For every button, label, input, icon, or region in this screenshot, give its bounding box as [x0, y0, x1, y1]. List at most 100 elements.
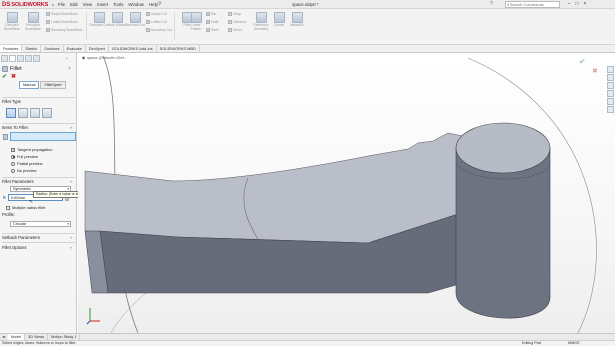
menu-edit[interactable]: Edit: [70, 2, 78, 7]
ribbon-label: Mirror: [233, 28, 242, 32]
linear-pattern-button[interactable]: Linear Pattern: [186, 12, 206, 32]
menu-bar: File Edit View Insert Tools Window Help: [58, 2, 158, 7]
tab-evaluate[interactable]: Evaluate: [64, 45, 86, 52]
full-preview-row[interactable]: Full preview: [11, 154, 38, 159]
search-input[interactable]: [509, 2, 556, 7]
tab-features[interactable]: Features: [0, 45, 23, 52]
multiple-radius-checkbox[interactable]: [6, 205, 10, 210]
revolved-boss-button[interactable]: Revolved Boss/Base: [22, 12, 44, 32]
expand-icon[interactable]: ˅: [70, 235, 72, 240]
resources-icon[interactable]: [607, 66, 614, 73]
full-round-fillet-icon[interactable]: [42, 108, 52, 118]
tab-addins[interactable]: SOLIDWORKS Add-Ins: [109, 45, 157, 52]
instant3d-icon: [291, 12, 303, 23]
model-tabs: ◂▸ Model 3D Views Motion Study 1: [0, 333, 615, 340]
multiple-radius-row[interactable]: Multiple radius fillet: [6, 205, 45, 210]
lofted-cut-button[interactable]: Lofted Cut: [146, 20, 167, 24]
section-fillet-options[interactable]: Fillet Options: [2, 245, 26, 250]
intersect-button[interactable]: Intersect: [228, 20, 246, 24]
design-library-icon[interactable]: [607, 74, 614, 81]
command-manager-tabs: Features Sketch Surfaces Evaluate DimXpe…: [0, 45, 615, 53]
wrap-button[interactable]: Wrap: [228, 12, 241, 16]
section-setback-parameters[interactable]: Setback Parameters: [2, 235, 40, 240]
menu-tools[interactable]: Tools: [113, 2, 123, 7]
ribbon-label: Wrap: [233, 12, 242, 16]
ribbon-label: Rib: [211, 12, 217, 16]
property-manager-icon[interactable]: [9, 55, 16, 62]
pin-icon[interactable]: ⚲: [158, 1, 162, 7]
boundary-boss-button[interactable]: Boundary Boss/Base: [46, 28, 83, 32]
tangent-propagation-checkbox[interactable]: ✓: [11, 147, 15, 152]
lofted-boss-button[interactable]: Lofted Boss/Base: [46, 20, 78, 24]
draft-button[interactable]: Draft: [206, 20, 218, 24]
profile-label: Profile:: [2, 212, 16, 217]
section-fillet-parameters[interactable]: Fillet Parameters: [2, 179, 34, 184]
shell-button[interactable]: Shell: [206, 28, 219, 32]
status-bar: Select edges, faces, features or loops t…: [0, 340, 615, 346]
graphics-area[interactable]: ◆ space (Default<<Def... ✔ ✖: [78, 53, 615, 333]
maximize-icon[interactable]: □: [573, 0, 581, 9]
collapse-icon[interactable]: ˄: [70, 179, 72, 184]
partial-preview-radio[interactable]: [11, 161, 15, 166]
help-icon[interactable]: ?: [490, 1, 493, 7]
profile-select[interactable]: Circular ▾: [10, 221, 71, 227]
sweep-icon: [46, 12, 50, 16]
tangent-propagation-row[interactable]: ✓ Tangent propagation: [11, 147, 52, 152]
unit-system[interactable]: MMGS: [568, 341, 579, 346]
custom-properties-icon[interactable]: [607, 106, 614, 113]
cancel-x-icon[interactable]: ✖: [11, 73, 16, 80]
tab-manual[interactable]: Manual: [19, 81, 40, 89]
menu-window[interactable]: Window: [128, 2, 144, 7]
ok-check-icon[interactable]: ✔: [2, 73, 7, 80]
dimxpert-icon[interactable]: [25, 55, 32, 62]
full-preview-radio[interactable]: [11, 154, 15, 159]
section-items-to-fillet[interactable]: Items To Fillet: [2, 125, 28, 130]
section-fillet-type[interactable]: Fillet Type: [2, 99, 21, 104]
instant3d-button[interactable]: Instant3D: [286, 12, 308, 28]
expand-icon[interactable]: ˅: [70, 245, 72, 250]
constant-radius-fillet-icon[interactable]: [6, 108, 16, 118]
menu-expand-icon[interactable]: ▸: [52, 2, 54, 7]
rib-button[interactable]: Rib: [206, 12, 216, 16]
menu-help[interactable]: Help: [149, 2, 158, 7]
mirror-button[interactable]: Mirror: [228, 28, 242, 32]
revolved-cut-button[interactable]: Revolved Cut: [124, 12, 146, 28]
swept-cut-button[interactable]: Swept Cut: [146, 12, 167, 16]
tab-dimxpert[interactable]: DimXpert: [86, 45, 109, 52]
draft-icon: [206, 20, 210, 24]
collapse-icon[interactable]: ˄: [70, 125, 72, 130]
ribbon-label: Swept Cut: [151, 12, 167, 16]
configuration-icon[interactable]: [17, 55, 24, 62]
face-fillet-icon[interactable]: [30, 108, 40, 118]
file-explorer-icon[interactable]: [607, 82, 614, 89]
app-logo[interactable]: DS SOLIDWORKS ▸: [2, 1, 54, 8]
no-preview-radio[interactable]: [11, 168, 15, 173]
feature-tree-icon[interactable]: [1, 55, 8, 62]
swept-boss-button[interactable]: Swept Boss/Base: [46, 12, 78, 16]
items-selection-box[interactable]: [10, 132, 76, 141]
menu-file[interactable]: File: [58, 2, 65, 7]
menu-view[interactable]: View: [83, 2, 92, 7]
boundary-cut-button[interactable]: Boundary Cut: [146, 28, 172, 32]
tab-sketch[interactable]: Sketch: [22, 45, 42, 52]
appearances-icon[interactable]: [607, 98, 614, 105]
extruded-boss-button[interactable]: Extruded Boss/Base: [1, 12, 23, 32]
view-palette-icon[interactable]: [607, 90, 614, 97]
panel-expand-icon[interactable]: ›: [66, 56, 68, 62]
tab-surfaces[interactable]: Surfaces: [41, 45, 64, 52]
partial-preview-row[interactable]: Partial preview: [11, 161, 43, 166]
display-manager-icon[interactable]: [33, 55, 40, 62]
close-icon[interactable]: ×: [581, 0, 589, 9]
boundary-icon: [46, 28, 50, 32]
menu-insert[interactable]: Insert: [97, 2, 108, 7]
help-icon[interactable]: ?: [68, 66, 71, 71]
tab-filletxpert[interactable]: FilletXpert: [40, 81, 66, 89]
option-label: Tangent propagation: [17, 147, 53, 152]
ds-logo-mark: DS: [2, 1, 11, 8]
search-commands[interactable]: ⌕: [505, 1, 560, 8]
variable-radius-fillet-icon[interactable]: [18, 108, 28, 118]
tab-mbd[interactable]: SOLIDWORKS MBD: [157, 45, 200, 52]
minimize-icon[interactable]: –: [565, 0, 573, 9]
no-preview-row[interactable]: No preview: [11, 168, 36, 173]
mirror-icon: [228, 28, 232, 32]
